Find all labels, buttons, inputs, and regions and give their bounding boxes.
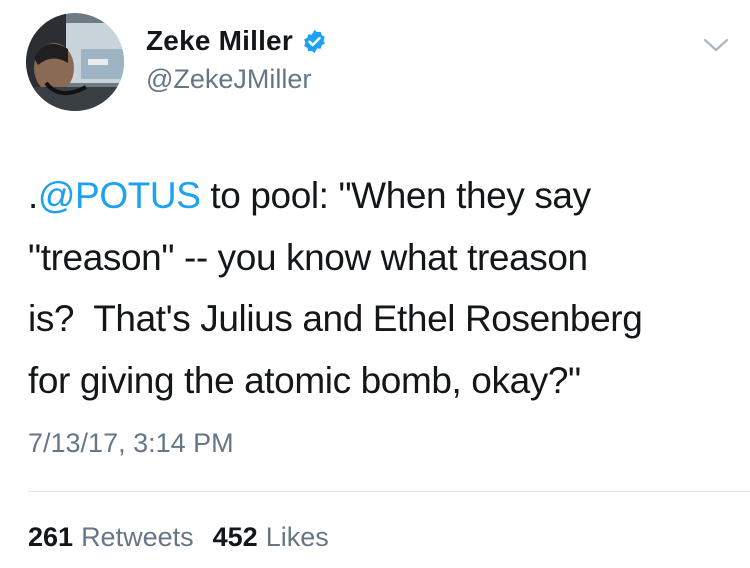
chevron-down-icon[interactable] bbox=[703, 35, 729, 55]
tweet-prefix: . bbox=[28, 175, 38, 216]
tweet-timestamp[interactable]: 7/13/17, 3:14 PM bbox=[28, 428, 234, 459]
likes-stat[interactable]: 452 Likes bbox=[213, 522, 329, 553]
mention-link[interactable]: @POTUS bbox=[38, 175, 201, 216]
tweet-text: .@POTUS to pool: "When they say "treason… bbox=[28, 165, 740, 411]
likes-label: Likes bbox=[265, 522, 329, 552]
retweets-count: 261 bbox=[28, 522, 74, 552]
verified-badge-icon bbox=[302, 29, 327, 54]
likes-count: 452 bbox=[212, 522, 258, 552]
author-name-row[interactable]: Zeke Miller bbox=[146, 25, 327, 57]
tweet-line-2: "treason" -- you know what treason bbox=[28, 236, 588, 278]
tweet-line-1: .@POTUS to pool: "When they say bbox=[28, 165, 740, 227]
tweet-line-1-rest: to pool: "When they say bbox=[200, 175, 591, 216]
profile-photo bbox=[26, 13, 124, 111]
tweet-line-4: for giving the atomic bomb, okay?" bbox=[28, 359, 581, 401]
author-display-name[interactable]: Zeke Miller bbox=[146, 25, 293, 57]
author-handle[interactable]: @ZekeJMiller bbox=[146, 64, 311, 95]
retweets-label: Retweets bbox=[81, 522, 194, 552]
retweets-stat[interactable]: 261 Retweets bbox=[28, 522, 194, 553]
author-avatar[interactable] bbox=[26, 13, 124, 111]
tweet-stats: 261 Retweets 452 Likes bbox=[28, 522, 329, 553]
divider bbox=[28, 491, 750, 492]
tweet-line-3: is? That's Julius and Ethel Rosenberg bbox=[28, 298, 643, 339]
